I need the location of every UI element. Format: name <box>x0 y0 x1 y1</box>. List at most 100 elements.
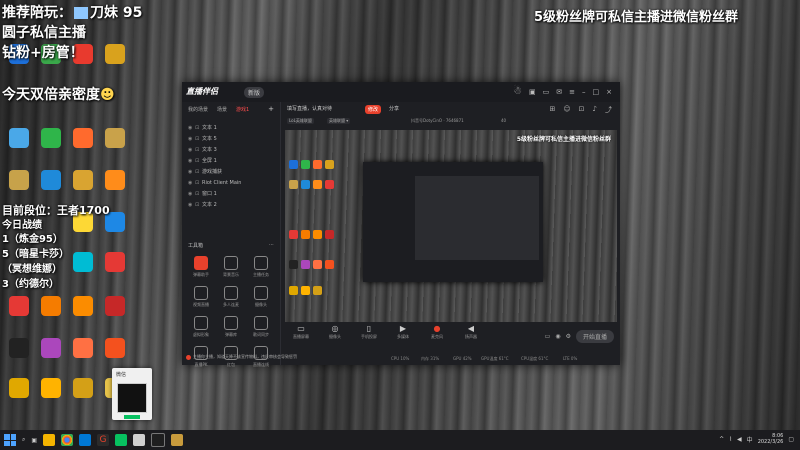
popup-button[interactable] <box>124 415 140 419</box>
app-icon[interactable] <box>133 434 146 446</box>
minimize-icon[interactable]: – <box>582 88 586 96</box>
live-app-icon[interactable] <box>151 433 166 447</box>
desktop-icon[interactable] <box>68 378 98 404</box>
desktop-icon[interactable] <box>100 128 130 154</box>
wechat-popup[interactable]: 微信 <box>112 368 152 420</box>
layer-item[interactable]: ◉ ⊡ 窗口 1 <box>182 188 280 199</box>
menu-icon[interactable]: ≡ <box>569 88 575 96</box>
mic-button[interactable]: ● 麦克风 <box>423 324 451 348</box>
message-icon[interactable]: ✉ <box>556 88 562 96</box>
layer-item[interactable]: ◉ ⊡ 文本 2 <box>182 199 280 210</box>
eye-icon[interactable]: ◉ <box>188 158 195 164</box>
edge-icon[interactable] <box>79 434 92 446</box>
desktop-icon[interactable] <box>68 296 98 322</box>
desktop-icon[interactable] <box>100 296 130 322</box>
start-live-button[interactable]: 开始直播 <box>575 330 614 343</box>
search-icon[interactable]: ⌕ <box>22 436 25 444</box>
tool-danmaku[interactable]: 弹幕助手 <box>186 256 216 278</box>
media-button[interactable]: ▶ 多媒体 <box>389 324 417 348</box>
tool-avatar[interactable]: 虚拟形象 <box>186 316 216 338</box>
lock-icon[interactable]: ⊡ <box>195 169 202 175</box>
layer-item[interactable]: ◉ ⊡ 游戏捕获 <box>182 166 280 177</box>
tool-multi-mic[interactable]: 多人连麦 <box>216 286 246 308</box>
screen-capture-button[interactable]: ▭ 直播屏幕 <box>287 324 315 348</box>
lock-icon[interactable]: ⊡ <box>195 136 202 142</box>
eye-icon[interactable]: ◉ <box>188 147 195 153</box>
tool-camera[interactable]: 摄像头 <box>246 286 276 308</box>
desktop-icon[interactable] <box>4 296 34 322</box>
tool-lyrics[interactable]: 歌词同步 <box>246 316 276 338</box>
desktop-icon[interactable] <box>36 128 66 154</box>
game-select[interactable]: 英雄联盟 ▾ <box>327 118 351 124</box>
desktop-icon[interactable] <box>100 170 130 196</box>
tool-task[interactable]: 主播任务 <box>246 256 276 278</box>
desktop-icon[interactable] <box>68 252 98 278</box>
desktop-icon[interactable] <box>100 252 130 278</box>
layer-item[interactable]: ◉ ⊡ 文本 5 <box>182 133 280 144</box>
tab-game1[interactable]: 游戏1 <box>236 106 249 116</box>
notification-icon[interactable]: ▢ <box>788 436 794 443</box>
desktop-icon[interactable] <box>68 170 98 196</box>
gift-icon[interactable]: ⊞ <box>549 105 555 115</box>
streaming-app-window[interactable]: 直播伴侣 新版 ☃ ▣ ▭ ✉ ≡ – □ × 我的场景 场景 游戏1 + ◉ ⊡… <box>182 82 620 367</box>
layer-item[interactable]: ◉ ⊡ 文本 1 <box>182 122 280 133</box>
camera-button[interactable]: ◎ 摄像头 <box>321 324 349 348</box>
lock-icon[interactable]: ⊡ <box>195 147 202 153</box>
layer-item[interactable]: ◉ ⊡ 全屏 1 <box>182 155 280 166</box>
eye-icon[interactable]: ◉ <box>188 180 195 186</box>
desktop-icon[interactable] <box>36 170 66 196</box>
lock-icon[interactable]: ⊡ <box>195 202 202 208</box>
lock-icon[interactable]: ⊡ <box>195 125 202 131</box>
layer-item[interactable]: ◉ ⊡ 文本 3 <box>182 144 280 155</box>
mascot-icon[interactable]: ☃ <box>513 87 522 97</box>
tool-danmaku-lib[interactable]: 弹幕库 <box>216 316 246 338</box>
wechat-icon[interactable] <box>115 434 128 446</box>
desktop-icon[interactable] <box>4 338 34 364</box>
category-tag[interactable]: LoL英雄联盟 <box>287 118 314 124</box>
phone-cast-button[interactable]: ▯ 手机投屏 <box>355 324 383 348</box>
tab-my-scenes[interactable]: 我的场景 <box>188 106 208 116</box>
modify-button[interactable]: 修改 <box>365 105 382 114</box>
speaker-button[interactable]: ◀ 扬声器 <box>457 324 485 348</box>
lol-icon[interactable] <box>171 434 184 446</box>
record-icon[interactable]: ▭ <box>545 333 551 340</box>
network-icon[interactable]: ⌇ <box>729 436 732 443</box>
eye-icon[interactable]: ◉ <box>188 169 195 175</box>
explorer-icon[interactable] <box>43 434 56 446</box>
desktop-icon[interactable] <box>68 128 98 154</box>
add-scene-icon[interactable]: + <box>268 106 274 116</box>
maximize-icon[interactable]: □ <box>593 88 600 96</box>
task-view-icon[interactable]: ▣ <box>31 437 37 444</box>
more-icon[interactable]: ⋯ <box>269 242 274 252</box>
share-icon[interactable]: ⤴ <box>605 105 612 115</box>
desktop-icon[interactable] <box>68 338 98 364</box>
share-button[interactable]: 分享 <box>389 105 399 112</box>
lock-icon[interactable]: ⊡ <box>195 180 202 186</box>
eye-icon[interactable]: ◉ <box>188 202 195 208</box>
volume-icon[interactable]: ◀ <box>737 436 742 443</box>
version-badge[interactable]: 新版 <box>244 87 265 98</box>
ime-icon[interactable]: 中 <box>747 435 753 444</box>
tool-bgm[interactable]: 背景音乐 <box>216 256 246 278</box>
layer-item[interactable]: ◉ ⊡ Riot Client Main <box>182 177 280 188</box>
app-titlebar[interactable]: 直播伴侣 新版 ☃ ▣ ▭ ✉ ≡ – □ × <box>182 82 620 102</box>
user-icon[interactable]: ☺ <box>563 105 570 115</box>
windows-start-icon[interactable] <box>4 434 16 446</box>
chrome-icon[interactable] <box>61 434 74 446</box>
g-app-icon[interactable]: G <box>97 434 110 446</box>
lock-icon[interactable]: ⊡ <box>195 191 202 197</box>
gift-icon[interactable]: ▣ <box>529 88 536 96</box>
tool-video[interactable]: 视频直播 <box>186 286 216 308</box>
desktop-icon[interactable] <box>100 338 130 364</box>
screen-icon[interactable]: ▭ <box>543 88 550 96</box>
desktop-icon[interactable] <box>36 338 66 364</box>
desktop-icon[interactable] <box>4 170 34 196</box>
desktop-icon[interactable] <box>100 44 130 70</box>
popup-thumbnail[interactable] <box>117 383 147 413</box>
desktop-icon[interactable] <box>4 128 34 154</box>
lock-icon[interactable]: ⊡ <box>195 158 202 164</box>
close-icon[interactable]: × <box>606 88 612 96</box>
desktop-icon[interactable] <box>36 296 66 322</box>
tray-arrow-icon[interactable]: ^ <box>719 436 724 443</box>
settings-icon[interactable]: ⚙ <box>566 333 571 340</box>
